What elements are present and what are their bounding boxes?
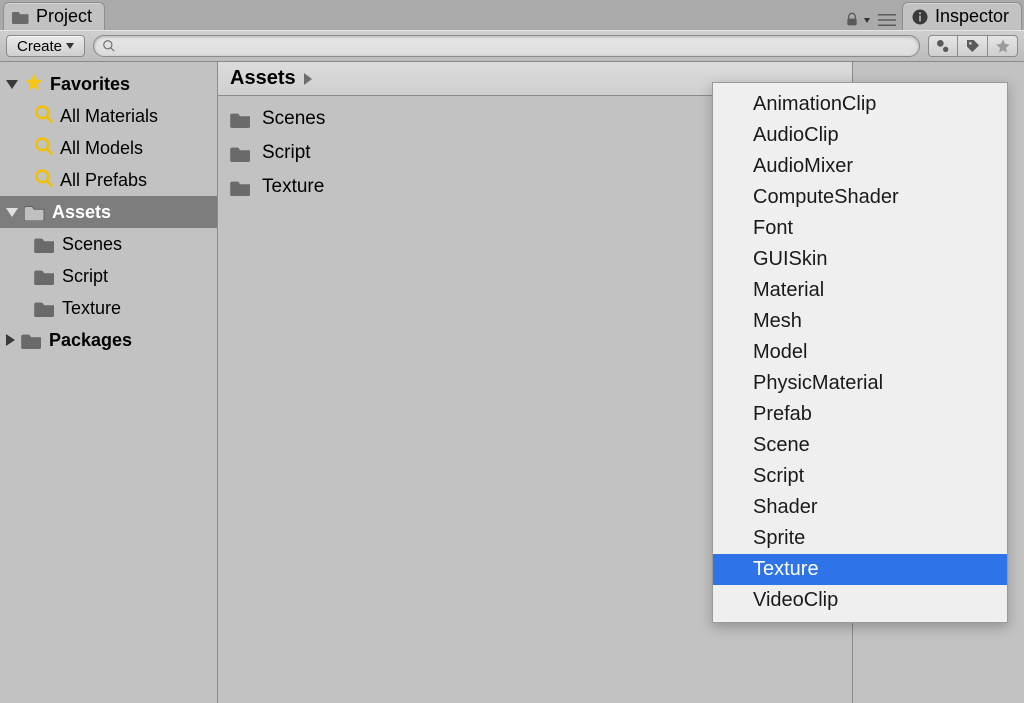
favorites-header[interactable]: Favorites: [0, 68, 217, 100]
packages-header[interactable]: Packages: [0, 324, 217, 356]
sidebar-asset-item[interactable]: Texture: [0, 292, 217, 324]
dropdown-item[interactable]: Script: [713, 461, 1007, 492]
search-icon: [34, 104, 54, 129]
filter-button-group: [928, 35, 1018, 57]
lock-icon[interactable]: [844, 12, 860, 28]
search-input[interactable]: [93, 35, 920, 57]
dropdown-item[interactable]: Sprite: [713, 523, 1007, 554]
search-field[interactable]: [116, 38, 911, 54]
dropdown-item[interactable]: ComputeShader: [713, 182, 1007, 213]
tab-bar: Project Inspector: [0, 0, 1024, 30]
asset-name: Script: [262, 142, 311, 164]
tab-project[interactable]: Project: [3, 2, 105, 30]
dropdown-item[interactable]: VideoClip: [713, 585, 1007, 616]
filter-by-type-button[interactable]: [928, 35, 958, 57]
favorite-label: All Prefabs: [60, 170, 147, 191]
favorites-label: Favorites: [50, 74, 130, 95]
folder-icon: [34, 267, 56, 285]
star-icon: [24, 72, 44, 97]
assets-label: Assets: [52, 202, 111, 223]
sidebar-asset-item[interactable]: Scenes: [0, 228, 217, 260]
folder-icon: [230, 144, 252, 162]
folder-icon: [12, 9, 30, 24]
dropdown-item[interactable]: AudioMixer: [713, 151, 1007, 182]
dropdown-item[interactable]: Scene: [713, 430, 1007, 461]
tabbar-right-controls: [844, 12, 896, 30]
dropdown-item[interactable]: Texture: [713, 554, 1007, 585]
folder-icon: [34, 299, 56, 317]
asset-label: Script: [62, 266, 108, 287]
dropdown-item[interactable]: Model: [713, 337, 1007, 368]
folder-icon: [230, 110, 252, 128]
tab-label: Project: [36, 6, 92, 27]
foldout-icon: [6, 208, 18, 217]
create-label: Create: [17, 38, 62, 55]
search-type-dropdown: AnimationClipAudioClipAudioMixerComputeS…: [712, 82, 1008, 623]
search-icon: [34, 136, 54, 161]
dropdown-item[interactable]: Prefab: [713, 399, 1007, 430]
dropdown-item[interactable]: Mesh: [713, 306, 1007, 337]
lock-caret-icon[interactable]: [864, 18, 870, 23]
tab-inspector[interactable]: Inspector: [902, 2, 1022, 30]
asset-name: Texture: [262, 176, 324, 198]
panel-menu-icon[interactable]: [878, 13, 896, 27]
dropdown-item[interactable]: Material: [713, 275, 1007, 306]
sidebar-favorite-item[interactable]: All Prefabs: [0, 164, 217, 196]
asset-label: Scenes: [62, 234, 122, 255]
packages-label: Packages: [49, 330, 132, 351]
dropdown-item[interactable]: Font: [713, 213, 1007, 244]
sidebar-asset-item[interactable]: Script: [0, 260, 217, 292]
project-toolbar: Create: [0, 30, 1024, 62]
dropdown-item[interactable]: PhysicMaterial: [713, 368, 1007, 399]
chevron-right-icon: [304, 73, 312, 85]
search-icon: [34, 168, 54, 193]
folder-icon: [21, 331, 43, 349]
info-icon: [911, 8, 929, 26]
asset-label: Texture: [62, 298, 121, 319]
filter-by-label-button[interactable]: [958, 35, 988, 57]
breadcrumb-root[interactable]: Assets: [230, 67, 296, 90]
favorite-label: All Models: [60, 138, 143, 159]
tab-label: Inspector: [935, 6, 1009, 27]
dropdown-item[interactable]: AnimationClip: [713, 89, 1007, 120]
sidebar-favorite-item[interactable]: All Models: [0, 132, 217, 164]
asset-name: Scenes: [262, 108, 325, 130]
foldout-icon: [6, 80, 18, 89]
dropdown-item[interactable]: GUISkin: [713, 244, 1007, 275]
search-icon: [102, 39, 116, 53]
create-button[interactable]: Create: [6, 35, 85, 57]
dropdown-item[interactable]: Shader: [713, 492, 1007, 523]
chevron-down-icon: [66, 43, 74, 49]
folder-icon: [24, 203, 46, 221]
foldout-icon: [6, 334, 15, 346]
filter-favorites-button[interactable]: [988, 35, 1018, 57]
sidebar-favorite-item[interactable]: All Materials: [0, 100, 217, 132]
dropdown-item[interactable]: AudioClip: [713, 120, 1007, 151]
assets-header[interactable]: Assets: [0, 196, 217, 228]
project-sidebar: Favorites All Materials All Models All P…: [0, 62, 218, 703]
favorite-label: All Materials: [60, 106, 158, 127]
folder-icon: [34, 235, 56, 253]
folder-icon: [230, 178, 252, 196]
